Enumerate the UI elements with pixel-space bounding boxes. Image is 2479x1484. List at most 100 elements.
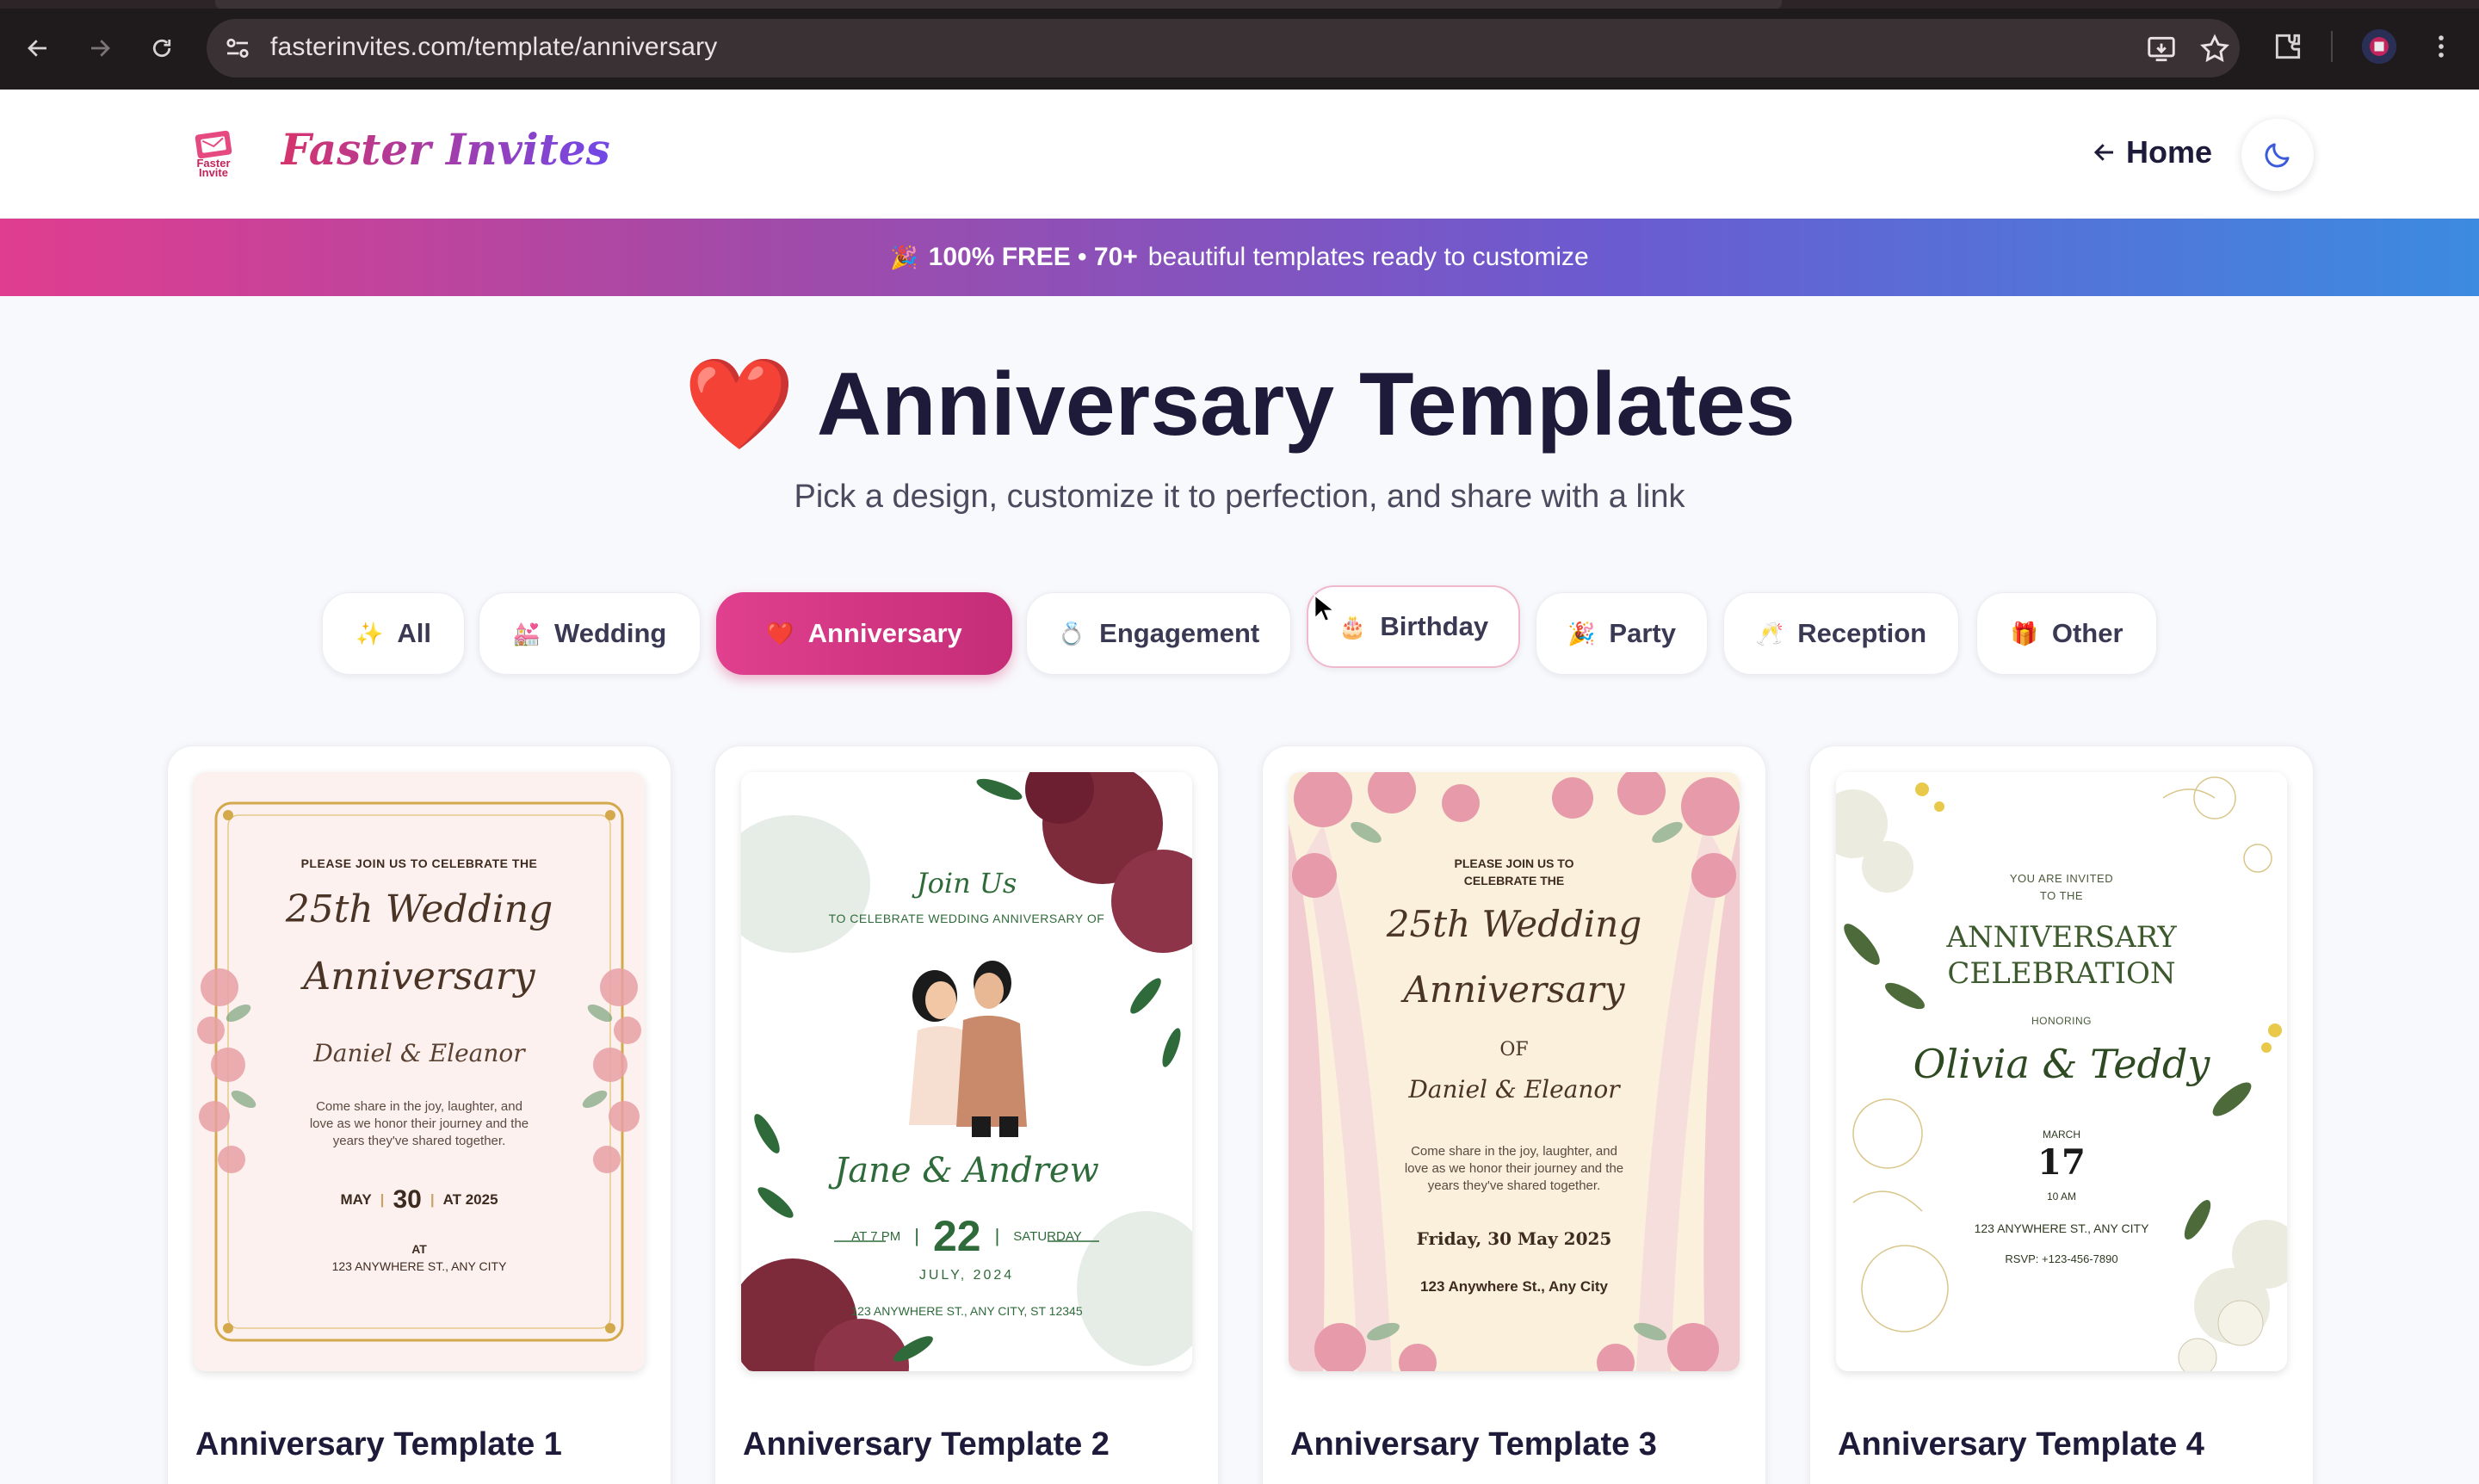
template-title[interactable]: Anniversary Template 3 — [1290, 1426, 1657, 1463]
invite-at: AT — [411, 1242, 427, 1256]
page-title-text: Anniversary Templates — [816, 355, 1796, 454]
filter-wedding[interactable]: 💒 Wedding — [479, 592, 701, 675]
template-card[interactable]: PLEASE JOIN US TO CELEBRATE THE 25th Wed… — [1262, 745, 1766, 1484]
invite-headline-1: 25th Wedding — [285, 887, 553, 931]
toolbar-divider — [2331, 31, 2333, 62]
invite-day: 30 — [393, 1185, 422, 1214]
filter-label: Other — [2051, 618, 2124, 648]
invite-year: AT 2025 — [442, 1191, 498, 1208]
brand-logo-text: Faster Invite — [196, 157, 231, 179]
template-card[interactable]: PLEASE JOIN US TO CELEBRATE THE 25th Wed… — [167, 745, 671, 1484]
active-tab-indicator[interactable] — [215, 0, 1782, 9]
invite-intro: PLEASE JOIN US TO CELEBRATE THE — [300, 856, 538, 870]
invite-body: love as we honor their journey and the — [1404, 1161, 1624, 1176]
invite-day: 22 — [932, 1212, 981, 1260]
banner-highlight: 100% FREE • 70+ — [928, 243, 1138, 271]
template-preview[interactable]: Join Us TO CELEBRATE WEDDING ANNIVERSARY… — [741, 772, 1192, 1371]
invite-headline-1: ANNIVERSARY — [1946, 920, 2177, 955]
filter-engagement[interactable]: 💍 Engagement — [1026, 592, 1291, 675]
address-bar[interactable]: fasterinvites.com/template/anniversary — [207, 19, 2240, 77]
invite-time: AT 7 PM — [851, 1228, 901, 1244]
invite-headline-2: Anniversary — [1403, 968, 1625, 1011]
invitation-preview-3: PLEASE JOIN US TO CELEBRATE THE 25th Wed… — [1289, 772, 1740, 1371]
home-link[interactable]: Home — [2092, 134, 2212, 170]
template-card[interactable]: Join Us TO CELEBRATE WEDDING ANNIVERSARY… — [714, 745, 1219, 1484]
party-popper-icon: 🎉 — [1567, 620, 1596, 646]
browser-chrome: fasterinvites.com/template/anniversary — [0, 0, 2479, 90]
ring-icon: 💍 — [1057, 620, 1086, 646]
url-text[interactable]: fasterinvites.com/template/anniversary — [270, 33, 717, 62]
home-link-label: Home — [2126, 134, 2213, 170]
gift-icon: 🎁 — [2010, 620, 2038, 646]
invite-month-year: JULY, 2024 — [918, 1268, 1015, 1283]
invitation-preview-2: Join Us TO CELEBRATE WEDDING ANNIVERSARY… — [741, 772, 1192, 1371]
party-popper-icon: 🎉 — [890, 244, 918, 270]
sparkles-icon: ✨ — [355, 620, 384, 646]
heart-icon: ❤️ — [683, 355, 795, 454]
invite-body: Come share in the joy, laughter, and — [1411, 1144, 1617, 1159]
invite-date-row: MAY | 30 | AT 2025 — [340, 1185, 498, 1214]
invite-of: OF — [1499, 1039, 1529, 1060]
invite-names: Jane & Andrew — [834, 1151, 1099, 1190]
invite-address: 123 ANYWHERE ST., ANY CITY — [1974, 1221, 2149, 1235]
heart-icon: ❤️ — [766, 620, 794, 646]
bookmark-star-icon[interactable] — [2198, 33, 2231, 65]
invite-names: Daniel & Eleanor — [313, 1039, 525, 1067]
extensions-icon[interactable] — [2264, 22, 2312, 71]
filter-party[interactable]: 🎉 Party — [1536, 592, 1708, 675]
page-title: ❤️ Anniversary Templates — [0, 353, 2479, 457]
invite-address: 123 ANYWHERE ST., ANY CITY, ST 12345 — [850, 1304, 1083, 1318]
brand-logo-mark[interactable]: Faster Invite — [186, 129, 238, 179]
banner-text: beautiful templates ready to customize — [1147, 243, 1589, 271]
invite-weekday: SATURDAY — [1013, 1228, 1082, 1244]
invite-month: MAY — [340, 1191, 372, 1208]
moon-icon — [2265, 143, 2290, 168]
template-preview[interactable]: PLEASE JOIN US TO CELEBRATE THE 25th Wed… — [194, 772, 645, 1371]
filter-other[interactable]: 🎁 Other — [1976, 592, 2157, 675]
filter-birthday[interactable]: 🎂 Birthday — [1307, 585, 1520, 668]
template-preview[interactable]: PLEASE JOIN US TO CELEBRATE THE 25th Wed… — [1289, 772, 1740, 1371]
wedding-chapel-icon: 💒 — [512, 620, 541, 646]
template-title[interactable]: Anniversary Template 2 — [743, 1426, 1110, 1463]
promo-banner: 🎉 100% FREE • 70+ beautiful templates re… — [0, 219, 2479, 296]
invite-headline-1: 25th Wedding — [1386, 903, 1642, 945]
invite-address: 123 ANYWHERE ST., ANY CITY — [331, 1259, 507, 1273]
invite-intro: CELEBRATE THE — [1463, 874, 1565, 887]
invite-intro: YOU ARE INVITED — [2009, 872, 2114, 885]
invite-rsvp: RSVP: +123-456-7890 — [2005, 1252, 2118, 1265]
browser-menu-icon[interactable] — [2417, 22, 2465, 71]
filter-anniversary[interactable]: ❤️ Anniversary — [716, 592, 1012, 675]
template-preview[interactable]: YOU ARE INVITED TO THE ANNIVERSARY CELEB… — [1836, 772, 2287, 1371]
page-subtitle: Pick a design, customize it to perfectio… — [794, 479, 1685, 515]
template-title[interactable]: Anniversary Template 4 — [1838, 1426, 2204, 1463]
site-settings-icon[interactable] — [222, 33, 253, 64]
invite-headline-2: Anniversary — [303, 955, 535, 999]
invite-date: Friday, 30 May 2025 — [1416, 1228, 1612, 1249]
template-title[interactable]: Anniversary Template 1 — [195, 1426, 562, 1463]
profile-avatar[interactable] — [2355, 22, 2403, 71]
birthday-cake-icon: 🎂 — [1338, 613, 1367, 640]
invite-names: Daniel & Eleanor — [1408, 1075, 1620, 1104]
invitation-preview-4: YOU ARE INVITED TO THE ANNIVERSARY CELEB… — [1836, 772, 2287, 1371]
invite-day: 17 — [2037, 1142, 2086, 1183]
arrow-left-icon — [2093, 144, 2113, 161]
invite-body: love as we honor their journey and the — [309, 1116, 529, 1131]
template-card[interactable]: YOU ARE INVITED TO THE ANNIVERSARY CELEB… — [1809, 745, 2314, 1484]
invite-body: Come share in the joy, laughter, and — [316, 1099, 522, 1114]
theme-toggle-button[interactable] — [2241, 119, 2314, 191]
install-app-icon[interactable] — [2145, 33, 2178, 65]
site-header: Faster Invite Faster Invites Home — [0, 90, 2479, 219]
filter-label: Engagement — [1099, 618, 1260, 648]
invitation-preview-1: PLEASE JOIN US TO CELEBRATE THE 25th Wed… — [194, 772, 645, 1371]
filter-label: Party — [1609, 618, 1676, 648]
invite-address: 123 Anywhere St., Any City — [1420, 1278, 1608, 1295]
invite-intro: TO CELEBRATE WEDDING ANNIVERSARY OF — [828, 912, 1105, 925]
invite-date-row: AT 7 PM | 22 | SATURDAY — [851, 1212, 1082, 1260]
filter-label: Wedding — [554, 618, 667, 648]
back-icon[interactable] — [15, 26, 60, 71]
filter-reception[interactable]: 🥂 Reception — [1723, 592, 1959, 675]
brand-wordmark[interactable]: Faster Invites — [281, 124, 610, 175]
forward-icon[interactable] — [77, 26, 122, 71]
reload-icon[interactable] — [139, 26, 184, 71]
filter-all[interactable]: ✨ All — [322, 592, 465, 675]
